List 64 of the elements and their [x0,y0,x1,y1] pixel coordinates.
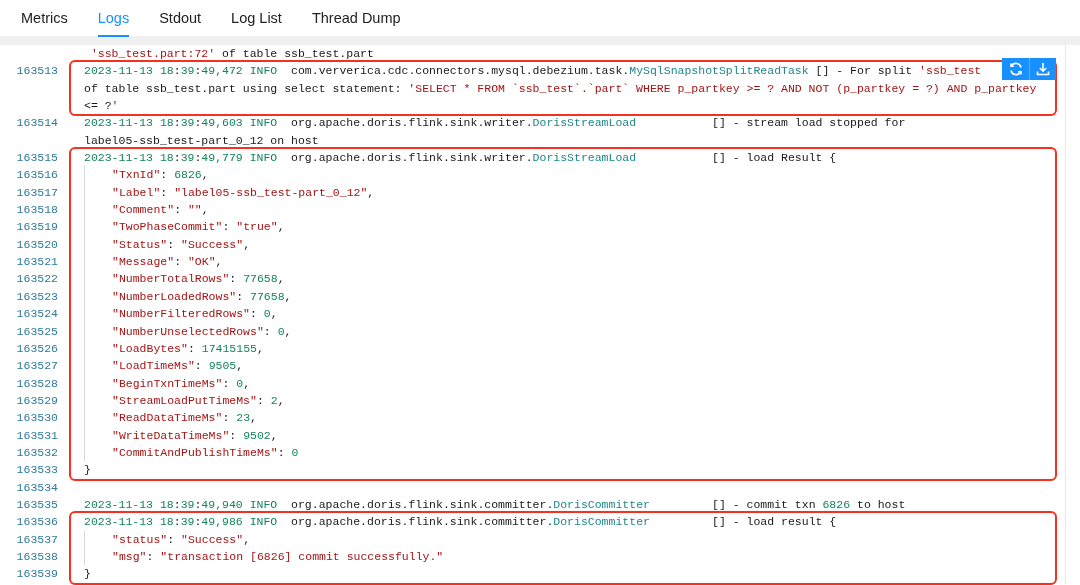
line-number: 163533 [15,462,58,479]
line-number: 163531 [15,427,58,444]
download-button[interactable] [1029,57,1056,80]
log-line: "CommitAndPublishTimeMs": 0 [112,444,299,461]
log-line: "NumberTotalRows": 77658, [112,271,285,288]
line-number: 163537 [15,531,58,548]
line-number: 163532 [15,444,58,461]
tab[interactable]: Log List [216,0,297,36]
line-number: 163514 [15,115,58,132]
log-line: "TwoPhaseCommit": "true", [112,219,285,236]
log-line: "StreamLoadPutTimeMs": 2, [112,392,285,409]
log-line: "Status": "Success", [112,236,251,253]
log-line: "Comment": "", [112,202,209,219]
line-number: 163522 [15,271,58,288]
log-line: "ReadDataTimeMs": 23, [112,410,257,427]
log-line: label05-ssb_test-part_0_12 on host [84,132,319,149]
line-number: 163521 [15,254,58,271]
log-line: of table ssb_test.part using select statement: 'SELECT * FROM `ssb_test`.`part` WHERE p_partkey >= ? AND NOT (p_partkey = ?) AND p_partkey [84,80,1037,97]
download-icon [1035,60,1051,77]
line-number: 163534 [15,479,58,496]
line-number: 163515 [15,150,58,167]
log-line: 2023-11-13 18:39:49,472 INFO com.ververica.cdc.connectors.mysql.debezium.task.MySqlSnapshotSplitReadTask [] - For split 'ssb_test [84,63,982,80]
line-number: 163539 [15,566,58,583]
log-line: "NumberUnselectedRows": 0, [112,323,292,340]
log-line: "TxnId": 6826, [112,167,209,184]
line-number: 163520 [15,236,58,253]
log-line: "WriteDataTimeMs": 9502, [112,427,278,444]
line-number: 163513 [15,63,58,80]
log-line: "LoadBytes": 17415155, [112,340,264,357]
log-line: "msg": "transaction [6826] commit successfully." [112,548,444,565]
line-number: 163529 [15,392,58,409]
tab[interactable]: Thread Dump [296,0,416,36]
log-line: 2023-11-13 18:39:49,986 INFO org.apache.doris.flink.sink.committer.DorisCommitter [] - load result { [84,514,837,531]
line-number: 163525 [15,323,58,340]
line-number: 163538 [15,548,58,565]
log-line: 'ssb_test.part:72' of table ssb_test.part [89,46,374,62]
line-number: 163526 [15,340,58,357]
log-line: "Message": "OK", [112,254,223,271]
line-number: 163524 [15,306,58,323]
line-number: 163518 [15,202,58,219]
line-number: 163519 [15,219,58,236]
log-line: 2023-11-13 18:39:49,779 INFO org.apache.doris.flink.sink.writer.DorisStreamLoad [] - load Result { [84,150,837,167]
line-number: 163516 [15,167,58,184]
line-number: 163536 [15,514,58,531]
line-number: 163517 [15,184,58,201]
log-line: "status": "Success", [112,531,251,548]
log-line: "Label": "label05-ssb_test-part_0_12", [112,184,375,201]
log-line: "LoadTimeMs": 9505, [112,358,244,375]
line-number: 163523 [15,288,58,305]
line-number: 163528 [15,375,58,392]
log-line: } [84,462,91,479]
log-line: "NumberFilteredRows": 0, [112,306,278,323]
line-number: 163535 [15,496,58,513]
refresh-icon [1007,60,1024,77]
tab[interactable]: Stdout [144,0,217,36]
log-line: "BeginTxnTimeMs": 0, [112,375,251,392]
log-line: "NumberLoadedRows": 77658, [112,288,292,305]
log-line: } [84,566,91,583]
log-line: <= ?' [84,98,119,115]
log-line: 2023-11-13 18:39:49,603 INFO org.apache.doris.flink.sink.writer.DorisStreamLoad [] - stream load stopped for [84,115,906,132]
log-line: 2023-11-13 18:39:49,940 INFO org.apache.doris.flink.sink.committer.DorisCommitter [] - commit txn 6826 to host [84,496,906,513]
line-number: 163530 [15,410,58,427]
tab[interactable]: Metrics [6,0,83,36]
line-number: 163527 [15,358,58,375]
